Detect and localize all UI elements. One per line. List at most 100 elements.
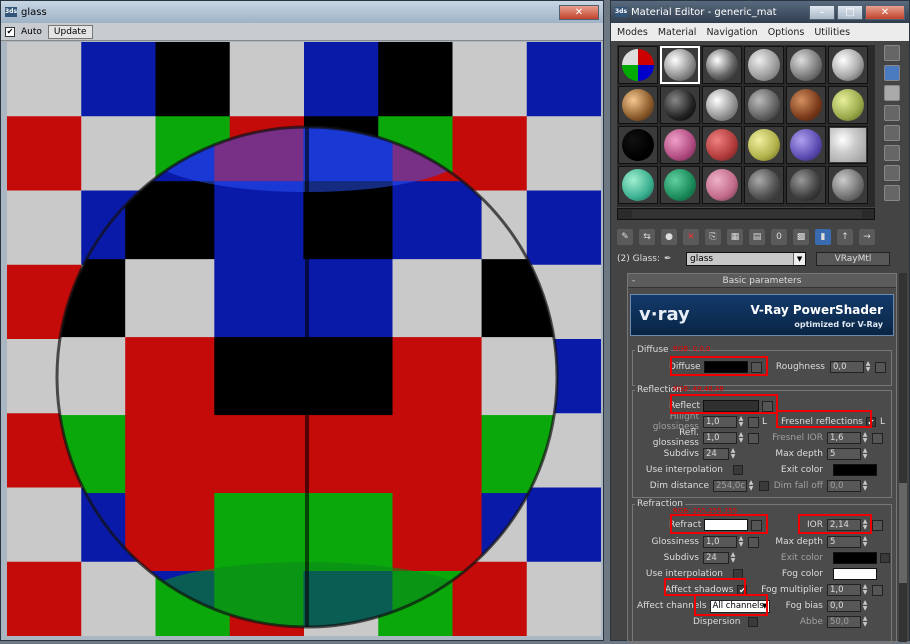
video-color-check-icon[interactable]	[884, 125, 900, 141]
get-material-icon[interactable]: ✎	[617, 229, 633, 245]
fog-bias-spinner[interactable]: 0,0	[827, 600, 861, 612]
spinner-arrows-icon[interactable]: ▲ ▼	[861, 519, 869, 531]
affect-channels-select[interactable]: All channels ▼	[709, 599, 770, 613]
spinner-arrows-icon[interactable]: ▲ ▼	[861, 432, 869, 444]
material-sample-slot[interactable]	[744, 166, 784, 204]
reflect-color-swatch[interactable]	[703, 400, 760, 412]
fresnel-lock-button[interactable]: L	[880, 417, 885, 427]
menu-navigation[interactable]: Navigation	[706, 27, 757, 38]
spinner-arrows-icon[interactable]: ▲ ▼	[861, 448, 869, 460]
fresnel-ior-spinner[interactable]: 1,6	[827, 432, 861, 444]
spinner-arrows-icon[interactable]: ▲ ▼	[737, 536, 745, 548]
diffuse-color-swatch[interactable]	[703, 361, 748, 373]
put-to-library-icon[interactable]: ▤	[749, 229, 765, 245]
backlight-icon[interactable]	[884, 65, 900, 81]
spinner-arrows-icon[interactable]: ▲ ▼	[861, 480, 869, 492]
ior-map-button[interactable]	[872, 519, 883, 531]
material-sample-slot[interactable]	[660, 166, 700, 204]
make-unique-icon[interactable]: ▦	[727, 229, 743, 245]
fog-multiplier-spinner[interactable]: 1,0	[827, 584, 861, 596]
uv-tiling-icon[interactable]	[884, 105, 900, 121]
go-forward-sibling-icon[interactable]: →	[859, 229, 875, 245]
update-button[interactable]: Update	[47, 24, 93, 39]
ior-spinner[interactable]: 2,14	[827, 519, 861, 531]
put-to-scene-icon[interactable]: ⇆	[639, 229, 655, 245]
refr-gloss-map-button[interactable]	[748, 536, 759, 548]
mat-close-button[interactable]: ✕	[865, 4, 905, 20]
refract-map-button[interactable]	[751, 519, 763, 531]
background-icon[interactable]	[884, 85, 900, 101]
hilight-map-button[interactable]	[748, 416, 759, 428]
material-sample-slot[interactable]	[702, 126, 742, 164]
go-to-parent-icon[interactable]: ↑	[837, 229, 853, 245]
make-copy-icon[interactable]: ⎘	[705, 229, 721, 245]
material-sample-slot[interactable]	[660, 126, 700, 164]
assign-to-selection-icon[interactable]: ●	[661, 229, 677, 245]
material-sample-slot[interactable]	[618, 126, 658, 164]
material-sample-slot[interactable]	[786, 46, 826, 84]
refr-max-depth-spinner[interactable]: 5	[827, 536, 861, 548]
material-sample-slot[interactable]	[744, 126, 784, 164]
options-icon[interactable]	[884, 165, 900, 181]
material-sample-slot[interactable]	[702, 166, 742, 204]
dim-falloff-spinner[interactable]: 0,0	[827, 480, 861, 492]
spinner-arrows-icon[interactable]: ▲ ▼	[729, 552, 737, 564]
menu-options[interactable]: Options	[768, 27, 805, 38]
roughness-map-button[interactable]	[875, 361, 886, 373]
diffuse-map-button[interactable]	[750, 361, 762, 373]
material-sample-slot[interactable]	[660, 86, 700, 124]
material-sample-slot[interactable]	[828, 166, 868, 204]
material-name-field[interactable]: glass ▼	[686, 252, 807, 266]
dispersion-checkbox[interactable]	[748, 617, 759, 627]
fresnel-checkbox[interactable]: ✔	[865, 417, 876, 427]
refl-exit-color-swatch[interactable]	[833, 464, 877, 476]
refl-use-interpolation-checkbox[interactable]	[733, 465, 743, 475]
menu-utilities[interactable]: Utilities	[814, 27, 850, 38]
refr-glossiness-spinner[interactable]: 1,0	[703, 536, 737, 548]
spinner-arrows-icon[interactable]: ▲ ▼	[864, 361, 872, 373]
material-sample-slot[interactable]	[828, 46, 868, 84]
refl-glossiness-spinner[interactable]: 1,0	[703, 432, 737, 444]
material-sample-slot[interactable]	[660, 46, 700, 84]
minimize-button[interactable]: –	[809, 4, 835, 20]
refr-subdivs-spinner[interactable]: 24	[703, 552, 729, 564]
abbe-spinner[interactable]: 50,0	[827, 616, 861, 628]
spinner-arrows-icon[interactable]: ▲ ▼	[729, 448, 737, 460]
auto-checkbox[interactable]: ✔	[5, 26, 15, 37]
material-sample-slot[interactable]	[744, 46, 784, 84]
hilight-glossiness-spinner[interactable]: 1,0	[703, 416, 737, 428]
refl-max-depth-spinner[interactable]: 5	[827, 448, 861, 460]
rollout-vscroll[interactable]	[899, 273, 907, 642]
select-by-material-icon[interactable]	[884, 185, 900, 201]
menu-material[interactable]: Material	[658, 27, 697, 38]
material-sample-slot[interactable]	[618, 46, 658, 84]
refr-exit-color-swatch[interactable]	[833, 552, 877, 564]
menu-modes[interactable]: Modes	[617, 27, 648, 38]
spinner-arrows-icon[interactable]: ▲ ▼	[737, 432, 745, 444]
material-sample-slot[interactable]	[702, 86, 742, 124]
render-close-button[interactable]: ✕	[559, 4, 599, 20]
show-map-icon[interactable]: ▩	[793, 229, 809, 245]
maximize-button[interactable]: □	[837, 4, 863, 20]
fresnel-ior-map-button[interactable]	[872, 432, 883, 444]
pick-material-icon[interactable]: ✒	[664, 254, 682, 264]
spinner-arrows-icon[interactable]: ▲ ▼	[861, 536, 869, 548]
material-sample-slot[interactable]	[744, 86, 784, 124]
material-sample-slot[interactable]	[618, 86, 658, 124]
spinner-arrows-icon[interactable]: ▲ ▼	[737, 416, 745, 428]
sample-type-icon[interactable]	[884, 45, 900, 61]
refract-color-swatch[interactable]	[704, 519, 749, 531]
material-sample-slot[interactable]	[618, 166, 658, 204]
show-end-result-icon[interactable]: ▮	[815, 229, 831, 245]
rollout-header[interactable]: - Basic parameters	[628, 274, 896, 288]
slots-hscroll[interactable]	[617, 208, 875, 220]
spinner-arrows-icon[interactable]: ▲ ▼	[861, 584, 869, 596]
make-preview-icon[interactable]	[884, 145, 900, 161]
fog-color-swatch[interactable]	[833, 568, 877, 580]
hilight-lock-button[interactable]: L	[762, 417, 767, 427]
material-sample-slot[interactable]	[786, 86, 826, 124]
dim-distance-spinner[interactable]: 254,0c	[713, 480, 747, 492]
spinner-arrows-icon[interactable]: ▲ ▼	[861, 616, 869, 628]
fog-multiplier-map-button[interactable]	[872, 584, 883, 596]
reset-map-icon[interactable]: ✕	[683, 229, 699, 245]
